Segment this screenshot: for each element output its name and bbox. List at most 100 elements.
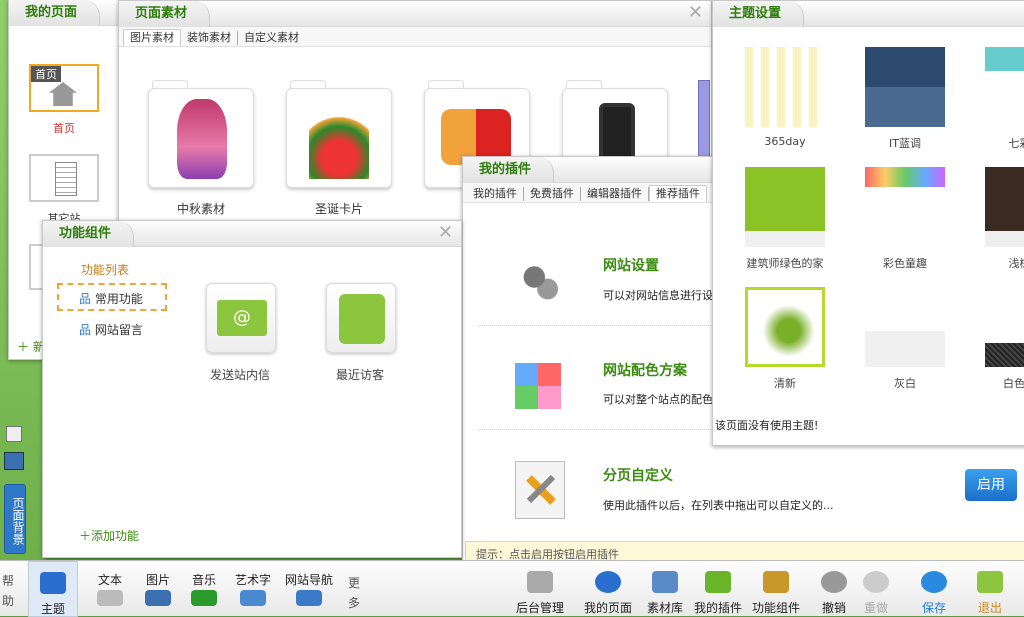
candle-icon bbox=[309, 109, 369, 179]
redo-icon bbox=[863, 571, 889, 593]
tree-node-icon: 品 bbox=[79, 292, 92, 306]
tab-free-plugins[interactable]: 免费插件 bbox=[524, 187, 581, 201]
page-thumb-home[interactable]: 首页 bbox=[29, 64, 99, 112]
small-toggle-icon[interactable] bbox=[6, 426, 22, 442]
toolbar-exit[interactable]: 退出 bbox=[970, 561, 1010, 617]
tab-decoration-material[interactable]: 装饰素材 bbox=[181, 31, 238, 45]
material-tabs: 图片素材 装饰素材 自定义素材 bbox=[119, 27, 711, 47]
plugin-desc-page-custom: 使用此插件以后，在列表中拖出可以自定义的... bbox=[603, 499, 834, 512]
page-bg-button[interactable]: 页面背景 bbox=[4, 484, 26, 554]
monitor-toggle-icon[interactable] bbox=[4, 452, 24, 470]
function-panel: 功能组件 ✕ 功能列表 品 常用功能 品 网站留言 ＋添加功能 bbox=[42, 220, 462, 558]
plugins-title: 我的插件 bbox=[463, 157, 555, 183]
save-icon bbox=[921, 571, 947, 593]
tools-icon bbox=[515, 461, 565, 519]
theme-label-fresh: 清新 bbox=[774, 377, 796, 390]
bottom-toolbar: 帮助 主题 文本 图片 音乐 艺术字 网站导航 更多 后台管理 我的页面 素材库… bbox=[0, 560, 1024, 617]
admin-icon bbox=[527, 571, 553, 593]
recent-visitors-label: 最近访客 bbox=[335, 368, 384, 382]
page-label-home[interactable]: 首页 bbox=[29, 120, 99, 136]
add-page-link[interactable]: ＋ 新 bbox=[17, 338, 45, 355]
theme-thumb-it-blue[interactable] bbox=[865, 47, 945, 127]
globe-icon bbox=[595, 571, 621, 593]
theme-titlebar: 主题设置 bbox=[713, 1, 1024, 27]
tab-custom-material[interactable]: 自定义素材 bbox=[238, 31, 305, 45]
document-icon bbox=[55, 162, 77, 196]
theme-thumb-rainbow[interactable] bbox=[985, 47, 1024, 127]
envelope-icon: @ bbox=[217, 300, 267, 336]
theme-thumb-kids[interactable] bbox=[865, 167, 945, 247]
page-thumb-other[interactable] bbox=[29, 154, 99, 202]
tab-image-material[interactable]: 图片素材 bbox=[123, 29, 181, 46]
enable-button[interactable]: 启用 bbox=[965, 469, 1017, 501]
recent-visitors-card[interactable] bbox=[326, 283, 396, 353]
house-icon bbox=[49, 82, 77, 106]
tree-item-common[interactable]: 品 常用功能 bbox=[57, 283, 167, 311]
send-message-label: 发送站内信 bbox=[209, 368, 270, 382]
user-icon bbox=[339, 294, 385, 344]
theme-label-gray-white: 灰白 bbox=[894, 377, 916, 390]
close-icon[interactable]: ✕ bbox=[438, 224, 453, 242]
send-message-card[interactable]: @ bbox=[206, 283, 276, 353]
art-text-icon bbox=[240, 590, 266, 606]
plugin-title-site-settings[interactable]: 网站设置 bbox=[603, 255, 659, 275]
gears-icon bbox=[521, 261, 559, 301]
tree-label-message: 网站留言 bbox=[94, 323, 143, 337]
undo-icon bbox=[821, 571, 847, 593]
theme-thumb-white-gold[interactable] bbox=[985, 343, 1024, 367]
folder-christmas[interactable] bbox=[286, 88, 392, 188]
more-button[interactable]: 更多 bbox=[348, 573, 362, 613]
toolbar-art-text[interactable]: 艺术字 bbox=[230, 561, 276, 617]
function-titlebar: 功能组件 ✕ bbox=[43, 221, 461, 247]
theme-label-white-gold: 白色与金 bbox=[1003, 377, 1024, 390]
theme-panel: 主题设置 365day IT蓝调 七彩白 建筑师绿色的家 彩色童趣 浅棕简 清新… bbox=[712, 0, 1024, 446]
theme-label-rainbow: 七彩白 bbox=[1008, 137, 1024, 150]
material-title: 页面素材 bbox=[119, 1, 211, 27]
theme-label-kids: 彩色童趣 bbox=[883, 257, 927, 270]
add-function-link[interactable]: ＋添加功能 bbox=[79, 527, 139, 544]
tree-item-message[interactable]: 品 网站留言 bbox=[79, 321, 143, 338]
function-list-title: 功能列表 bbox=[81, 263, 130, 277]
theme-thumb-architect[interactable] bbox=[745, 167, 825, 247]
app-icon bbox=[763, 571, 789, 593]
pen-icon bbox=[97, 590, 123, 606]
lady-figure-icon bbox=[177, 99, 227, 179]
toolbar-save[interactable]: 保存 bbox=[914, 561, 954, 617]
toolbar-music[interactable]: 音乐 bbox=[184, 561, 224, 617]
function-title: 功能组件 bbox=[43, 221, 135, 247]
toolbar-library[interactable]: 素材库 bbox=[640, 561, 690, 617]
tree-label-common: 常用功能 bbox=[94, 292, 143, 306]
plugin-title-color-scheme[interactable]: 网站配色方案 bbox=[603, 360, 687, 380]
theme-status: 该页面没有使用主题! bbox=[715, 419, 819, 432]
theme-thumb-365day[interactable] bbox=[745, 47, 825, 127]
toolbar-redo[interactable]: 重做 bbox=[858, 561, 894, 617]
toolbar-my-page[interactable]: 我的页面 bbox=[580, 561, 636, 617]
theme-label-365day: 365day bbox=[764, 135, 806, 148]
puzzle-icon bbox=[705, 571, 731, 593]
my-page-titlebar: 我的页面 bbox=[9, 0, 127, 26]
music-icon bbox=[191, 590, 217, 606]
tab-editor-plugins[interactable]: 编辑器插件 bbox=[581, 187, 649, 201]
theme-label-architect: 建筑师绿色的家 bbox=[746, 257, 824, 270]
folder-label-christmas: 圣诞卡片 bbox=[314, 202, 363, 216]
toolbar-text[interactable]: 文本 bbox=[90, 561, 130, 617]
tab-recommended-plugins[interactable]: 推荐插件 bbox=[649, 185, 707, 202]
plugin-title-page-custom[interactable]: 分页自定义 bbox=[603, 465, 673, 485]
toolbar-image[interactable]: 图片 bbox=[138, 561, 178, 617]
exit-icon bbox=[977, 571, 1003, 593]
tab-my-plugins[interactable]: 我的插件 bbox=[467, 187, 524, 201]
close-icon[interactable]: ✕ bbox=[688, 4, 703, 22]
theme-thumb-gray-white[interactable] bbox=[865, 331, 945, 367]
toolbar-undo[interactable]: 撤销 bbox=[816, 561, 852, 617]
toolbar-my-plugins[interactable]: 我的插件 bbox=[690, 561, 746, 617]
toolbar-site-nav[interactable]: 网站导航 bbox=[282, 561, 336, 617]
folder-mid-autumn[interactable] bbox=[148, 88, 254, 188]
help-button[interactable]: 帮助 bbox=[2, 571, 16, 611]
toolbar-admin[interactable]: 后台管理 bbox=[512, 561, 568, 617]
theme-thumb-fresh[interactable] bbox=[745, 287, 825, 367]
toolbar-theme[interactable]: 主题 bbox=[28, 561, 78, 617]
toolbar-components[interactable]: 功能组件 bbox=[750, 561, 802, 617]
folder-label-mid-autumn: 中秋素材 bbox=[176, 202, 225, 216]
material-titlebar: 页面素材 ✕ bbox=[119, 1, 711, 27]
theme-thumb-light-brown[interactable] bbox=[985, 167, 1024, 247]
